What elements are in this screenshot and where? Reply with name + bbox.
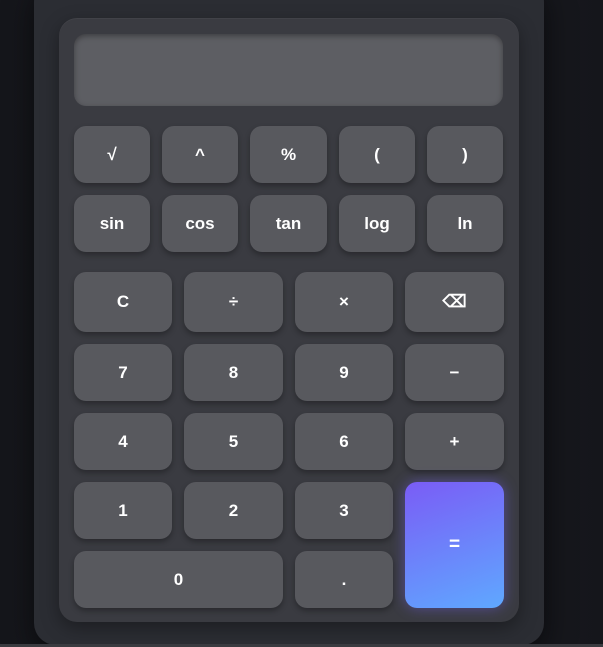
digit-8-button[interactable]: 8 (184, 344, 283, 401)
digit-4-button[interactable]: 4 (74, 413, 172, 470)
clear-button[interactable]: C (74, 272, 172, 332)
tan-button[interactable]: tan (250, 195, 327, 252)
plus-button[interactable]: + (405, 413, 504, 470)
sin-button[interactable]: sin (74, 195, 150, 252)
digit-0-button[interactable]: 0 (74, 551, 283, 608)
digit-6-button[interactable]: 6 (295, 413, 393, 470)
digit-7-button[interactable]: 7 (74, 344, 172, 401)
digit-5-button[interactable]: 5 (184, 413, 283, 470)
minus-button[interactable]: − (405, 344, 504, 401)
digit-3-button[interactable]: 3 (295, 482, 393, 539)
cos-button[interactable]: cos (162, 195, 238, 252)
open-paren-button[interactable]: ( (339, 126, 415, 183)
log-button[interactable]: log (339, 195, 415, 252)
backspace-icon[interactable]: ⌫ (405, 272, 504, 332)
power-button[interactable]: ^ (162, 126, 238, 183)
multiply-button[interactable]: × (295, 272, 393, 332)
digit-1-button[interactable]: 1 (74, 482, 172, 539)
ln-button[interactable]: ln (427, 195, 503, 252)
close-paren-button[interactable]: ) (427, 126, 503, 183)
percent-button[interactable]: % (250, 126, 327, 183)
sqrt-button[interactable]: √ (74, 126, 150, 183)
digit-2-button[interactable]: 2 (184, 482, 283, 539)
digit-9-button[interactable]: 9 (295, 344, 393, 401)
calculator-display (74, 34, 503, 106)
equals-button[interactable]: = (405, 482, 504, 608)
decimal-button[interactable]: . (295, 551, 393, 608)
divide-button[interactable]: ÷ (184, 272, 283, 332)
